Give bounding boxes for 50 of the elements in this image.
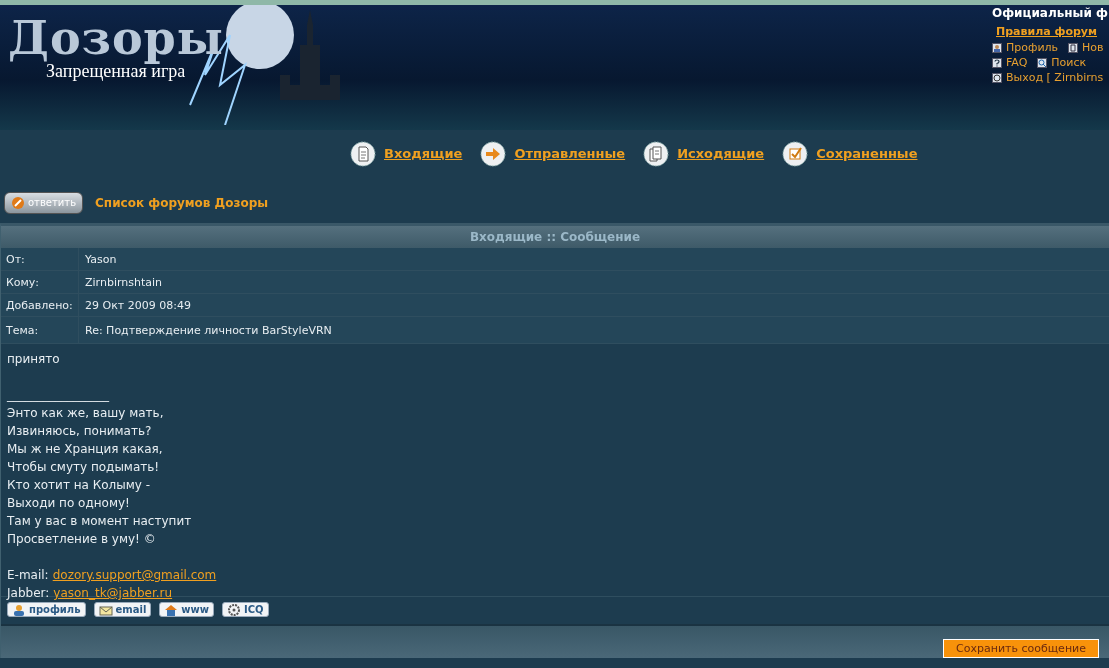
user-icon [12, 603, 26, 616]
profile-action-button[interactable]: профиль [7, 602, 86, 617]
envelope-icon [98, 603, 113, 616]
header-link[interactable]: FAQ [992, 55, 1028, 70]
nav-link[interactable]: Исходящие [643, 137, 765, 170]
contact-link[interactable]: yason_tk@jabber.ru [53, 586, 173, 600]
house-icon [164, 603, 179, 616]
field-label: От: [1, 248, 79, 270]
rules-link[interactable]: Правила форум [996, 25, 1109, 38]
field-value: Yason [84, 252, 117, 266]
contact-link[interactable]: dozory.support@gmail.com [52, 568, 217, 582]
header-link[interactable]: Нов [1068, 40, 1104, 55]
site-title: Официальный ф [992, 6, 1109, 20]
field-label: Добавлено: [1, 294, 79, 316]
signature-line: Мы ж не Хранция какая, [7, 441, 164, 458]
save-message-button[interactable]: Сохранить сообщение [943, 639, 1099, 658]
breadcrumb-link[interactable]: Список форумов Дозоры [95, 195, 269, 210]
pencil-icon [11, 195, 25, 210]
checkbox-icon [782, 140, 809, 167]
search-icon [1037, 57, 1048, 68]
field-value: Zirnbirnshtain [84, 275, 163, 289]
header-link[interactable]: Выход [ Zirnbirns [992, 70, 1104, 85]
contact-label: Jabber: [7, 586, 50, 600]
field-label: Тема: [1, 317, 79, 343]
field-value: 29 Окт 2009 08:49 [84, 298, 191, 312]
documents-icon [643, 140, 670, 167]
header-link[interactable]: Профиль [992, 40, 1059, 55]
user-icon [992, 42, 1002, 53]
nav-link[interactable]: Сохраненные [782, 137, 918, 170]
signature-line: Извиняюсь, понимать? [7, 423, 153, 440]
profile-action-button[interactable]: www [159, 602, 215, 617]
field-value: Re: Подтверждение личности BarStyleVRN [84, 323, 332, 337]
signature-line: Кто хотит на Колыму - [7, 477, 152, 494]
document-icon [350, 140, 376, 167]
signature-rule: _________________ [7, 387, 110, 404]
question-icon [992, 57, 1002, 68]
panel-title: Входящие :: Сообщение [1, 226, 1109, 248]
profile-action-button[interactable]: email [93, 602, 152, 617]
header-link[interactable]: Поиск [1037, 55, 1087, 70]
contact-label: E-mail: [7, 568, 49, 582]
field-label: Кому: [1, 271, 79, 293]
signature-line: Энто как же, вашу мать, [7, 405, 165, 422]
signature-line: Там у вас в момент наступит [7, 513, 193, 530]
profile-action-button[interactable]: ICQ [222, 602, 269, 617]
signature-line: Выходи по одному! [7, 495, 131, 512]
nav-link[interactable]: Входящие [350, 137, 463, 170]
nav-link[interactable]: Отправленные [480, 137, 626, 170]
message-text: принято [7, 351, 61, 368]
signature-line: Чтобы смуту подымать! [7, 459, 161, 476]
signature-line: Просветление в уму! © [7, 531, 157, 548]
